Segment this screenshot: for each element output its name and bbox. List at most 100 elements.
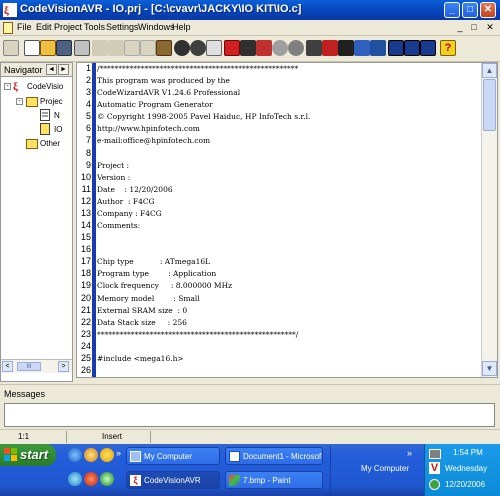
code-line[interactable]: CodeWizardAVR V1.24.6 Professional [97, 88, 240, 97]
debugger-icon[interactable] [272, 40, 288, 56]
code-line[interactable]: Chip type : ATmega16L [97, 257, 210, 266]
menu-tools[interactable]: Tools [84, 22, 105, 32]
window-list-icon[interactable] [420, 40, 436, 56]
tree-expander[interactable]: - [16, 98, 23, 105]
maximize-button[interactable]: □ [462, 2, 478, 18]
code-line[interactable]: Program type : Application [97, 269, 216, 278]
tool-icon[interactable] [354, 40, 370, 56]
redo-icon[interactable] [108, 40, 124, 56]
task-word-document[interactable]: Document1 - Microsof... [225, 447, 323, 465]
task-my-computer[interactable]: My Computer [126, 447, 220, 465]
code-line[interactable]: Author : F4CG [97, 197, 155, 206]
cut-icon[interactable] [124, 40, 140, 56]
tray-app-icon[interactable] [429, 479, 440, 490]
programmer-icon[interactable] [288, 40, 304, 56]
address-chevron[interactable]: » [407, 448, 412, 458]
new-file-icon[interactable] [24, 40, 40, 56]
tool-icon-2[interactable] [370, 40, 386, 56]
tile-icon[interactable] [388, 40, 404, 56]
task-paint[interactable]: 7.bmp - Paint [225, 471, 323, 489]
code-line[interactable]: Date : 12/20/2006 [97, 185, 173, 194]
goto-icon[interactable] [206, 40, 222, 56]
mdi-restore-button[interactable]: □ [468, 22, 480, 34]
make-icon[interactable] [240, 40, 256, 56]
code-line[interactable]: This program was produced by the [97, 76, 230, 85]
menu-file[interactable]: File [17, 22, 32, 32]
print-icon[interactable] [74, 40, 90, 56]
help-icon[interactable]: ? [440, 40, 456, 56]
messages-panel[interactable] [4, 403, 495, 427]
code-line[interactable]: © Copyright 1998-2005 Pavel Haiduc, HP I… [97, 112, 310, 121]
save-icon[interactable] [56, 40, 72, 56]
terminal-icon[interactable] [306, 40, 322, 56]
chip-icon[interactable] [256, 40, 272, 56]
code-line[interactable]: http://www.hpinfotech.com [97, 124, 200, 133]
code-line[interactable]: /***************************************… [97, 64, 298, 73]
nav-scroll-thumb[interactable]: III [17, 362, 41, 371]
find-icon[interactable] [174, 40, 190, 56]
code-line[interactable]: Clock frequency : 8.000000 MHz [97, 281, 232, 290]
paste-icon[interactable] [156, 40, 172, 56]
code-line[interactable]: Company : F4CG [97, 209, 162, 218]
menu-settings[interactable]: Settings [106, 22, 139, 32]
outlook-icon[interactable] [84, 448, 98, 462]
wizard-icon[interactable] [322, 40, 338, 56]
cascade-icon[interactable] [404, 40, 420, 56]
menu-edit[interactable]: Edit [36, 22, 52, 32]
close-button[interactable]: ✕ [480, 2, 496, 18]
code-line[interactable]: #include <mega16.h> [97, 354, 184, 363]
scroll-down-button[interactable]: ▼ [482, 361, 497, 376]
code-line[interactable]: e-mail:office@hpinfotech.com [97, 136, 210, 145]
replace-icon[interactable] [190, 40, 206, 56]
menu-windows[interactable]: Windows [138, 22, 175, 32]
code-line[interactable]: Project : [97, 161, 129, 170]
start-button[interactable]: start [0, 444, 56, 466]
antivirus-icon[interactable]: V [429, 462, 440, 474]
navigator-hscrollbar[interactable]: < III > [1, 359, 72, 373]
code-line[interactable]: Memory model : Small [97, 294, 200, 303]
tray-time[interactable]: 1:54 PM [453, 448, 483, 457]
address-toolbar[interactable]: » My Computer [330, 446, 422, 494]
code-editor[interactable]: 1 2 3 4 5 6 7 8 9 10 11 12 13 14 15 16 17 18 19 20 21 22 23 24 2… [76, 62, 498, 378]
winamp-icon[interactable] [84, 472, 98, 486]
tree-expander[interactable]: - [4, 83, 11, 90]
project-icon[interactable] [3, 40, 19, 56]
mdi-minimize-button[interactable]: _ [454, 22, 466, 34]
nav-left-arrow[interactable]: ◄ [46, 64, 57, 75]
undo-icon[interactable] [92, 40, 108, 56]
code-line[interactable]: Version : [97, 173, 130, 182]
tree-item-codevision[interactable]: CodeVisio [27, 82, 63, 91]
network-icon[interactable] [429, 449, 441, 459]
title-bar[interactable]: ξ CodeVisionAVR - IO.prj - [C:\cvavr\JAC… [0, 0, 500, 20]
code-line[interactable]: Automatic Program Generator [97, 100, 213, 109]
scroll-thumb[interactable] [483, 79, 496, 131]
tree-item-other[interactable]: Other [40, 139, 60, 148]
code-line[interactable]: ****************************************… [97, 330, 298, 339]
scroll-up-button[interactable]: ▲ [482, 63, 497, 78]
tree-item-io[interactable]: IO [54, 125, 62, 134]
copy-icon[interactable] [140, 40, 156, 56]
media-icon[interactable] [68, 472, 82, 486]
open-folder-icon[interactable] [40, 40, 56, 56]
menu-help[interactable]: Help [172, 22, 191, 32]
code-line[interactable]: External SRAM size : 0 [97, 306, 187, 315]
menu-project[interactable]: Project [54, 22, 82, 32]
quicklaunch-chevron[interactable]: » [116, 448, 121, 458]
settings-icon[interactable] [338, 40, 354, 56]
shell-icon[interactable] [100, 472, 114, 486]
code-line[interactable]: Data Stack size : 256 [97, 318, 187, 327]
task-codevision[interactable]: ξ CodeVisionAVR [126, 471, 220, 489]
nav-scroll-left-button[interactable]: < [2, 361, 13, 372]
bookmark-marker-bar[interactable] [92, 63, 96, 377]
tree-item-file-1[interactable]: N [54, 111, 60, 120]
nav-right-arrow[interactable]: ► [58, 64, 69, 75]
messenger-icon[interactable] [100, 448, 114, 462]
nav-scroll-right-button[interactable]: > [58, 361, 69, 372]
build-icon[interactable] [224, 40, 240, 56]
editor-vscrollbar[interactable]: ▲ ▼ [481, 63, 497, 377]
code-line[interactable]: Comments: [97, 221, 140, 230]
minimize-button[interactable]: _ [444, 2, 460, 18]
tree-item-project[interactable]: Projec [40, 97, 63, 106]
mdi-close-button[interactable]: ✕ [484, 22, 496, 34]
ie-icon[interactable] [68, 448, 82, 462]
